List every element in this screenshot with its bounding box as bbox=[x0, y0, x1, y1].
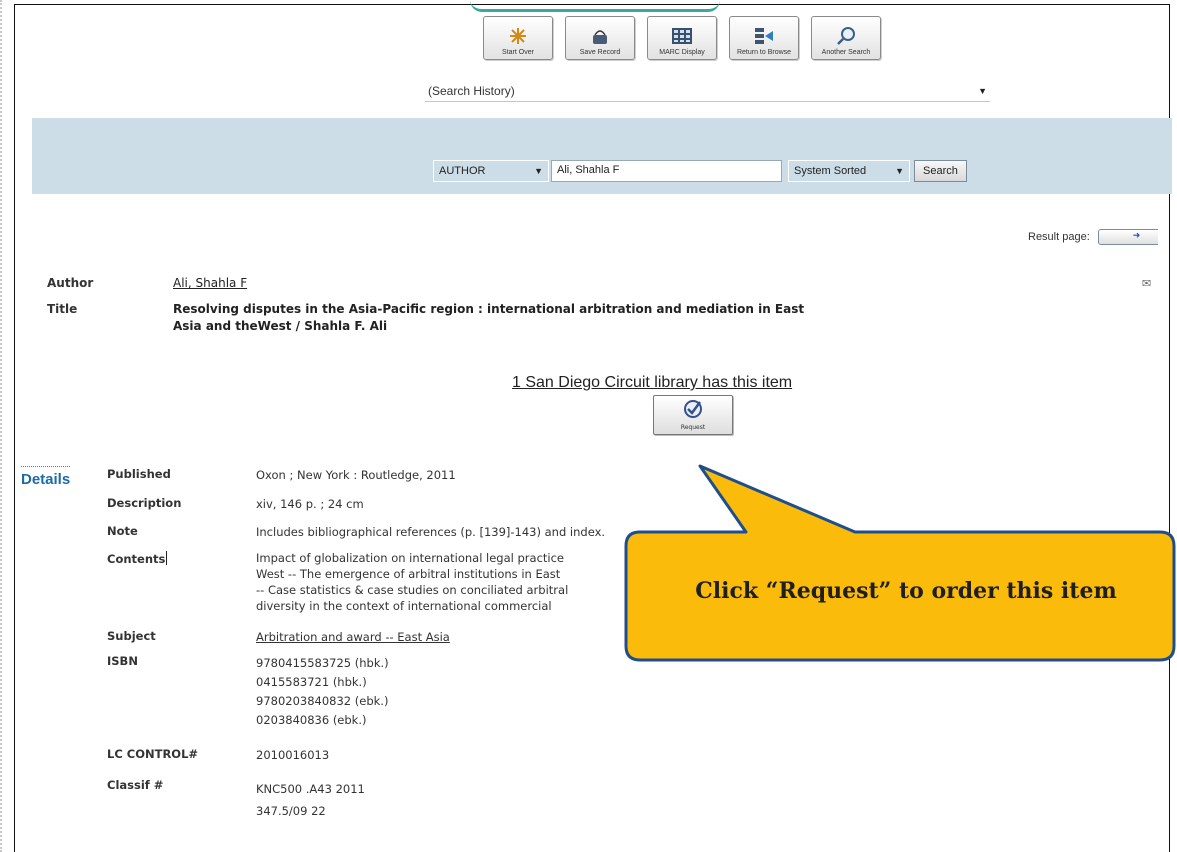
callout-text: Click “Request” to order this item bbox=[695, 578, 1117, 604]
callout-bubble bbox=[624, 464, 1176, 662]
callout-shape bbox=[624, 464, 1176, 662]
